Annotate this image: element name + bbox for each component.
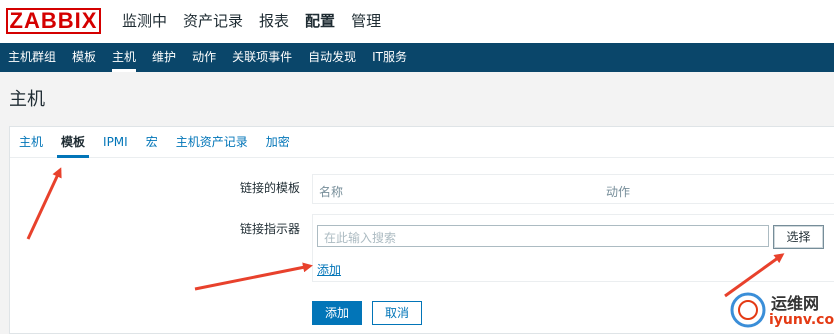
select-button[interactable]: 选择	[773, 225, 824, 249]
add-button[interactable]: 添加	[312, 301, 362, 325]
host-form-panel: 主机 模板 IPMI 宏 主机资产记录 加密 链接的模板 名称 动作 链接指示器…	[9, 126, 834, 334]
tab-inventory[interactable]: 主机资产记录	[167, 127, 257, 157]
main-menu-configuration[interactable]: 配置	[297, 10, 343, 32]
sub-menu-maintenance[interactable]: 维护	[144, 43, 184, 72]
form-tabs: 主机 模板 IPMI 宏 主机资产记录 加密	[10, 127, 834, 158]
main-menu: 监测中 资产记录 报表 配置 管理	[114, 10, 389, 32]
page-title: 主机	[9, 89, 45, 110]
sub-menu-actions[interactable]: 动作	[184, 43, 224, 72]
watermark-title: 运维网	[771, 294, 820, 313]
linked-templates-label: 链接的模板	[239, 181, 300, 195]
sub-menu-discovery[interactable]: 自动发现	[300, 43, 364, 72]
cancel-button[interactable]: 取消	[372, 301, 422, 325]
main-menu-monitoring[interactable]: 监测中	[114, 10, 175, 32]
sub-menu-correlation[interactable]: 关联项事件	[224, 43, 300, 72]
template-search-input[interactable]: 在此输入搜索	[317, 225, 769, 247]
top-header: ZABBIX 监测中 资产记录 报表 配置 管理	[0, 0, 834, 43]
zabbix-logo[interactable]: ZABBIX	[6, 8, 101, 34]
main-menu-inventory[interactable]: 资产记录	[175, 10, 251, 32]
sub-menu-hosts[interactable]: 主机	[104, 43, 144, 72]
sub-menu: 主机群组 模板 主机 维护 动作 关联项事件 自动发现 IT服务	[0, 43, 834, 72]
sub-menu-templates[interactable]: 模板	[64, 43, 104, 72]
main-menu-reports[interactable]: 报表	[251, 10, 297, 32]
col-action-header: 动作	[606, 185, 631, 199]
sub-menu-bar: 主机群组 模板 主机 维护 动作 关联项事件 自动发现 IT服务	[0, 43, 834, 72]
sub-menu-host-groups[interactable]: 主机群组	[0, 43, 64, 72]
tab-templates[interactable]: 模板	[52, 127, 94, 158]
col-name-header: 名称	[319, 185, 344, 199]
tab-macros[interactable]: 宏	[137, 127, 167, 157]
tab-host[interactable]: 主机	[10, 127, 52, 157]
main-menu-administration[interactable]: 管理	[343, 10, 389, 32]
tab-ipmi[interactable]: IPMI	[94, 127, 137, 157]
tab-encryption[interactable]: 加密	[257, 127, 299, 157]
linked-templates-table: 名称 动作	[312, 174, 834, 204]
link-indicator-label: 链接指示器	[239, 222, 300, 236]
sub-menu-it-services[interactable]: IT服务	[364, 43, 415, 72]
add-link[interactable]: 添加	[317, 261, 341, 278]
watermark-url: iyunv.com	[769, 312, 834, 328]
